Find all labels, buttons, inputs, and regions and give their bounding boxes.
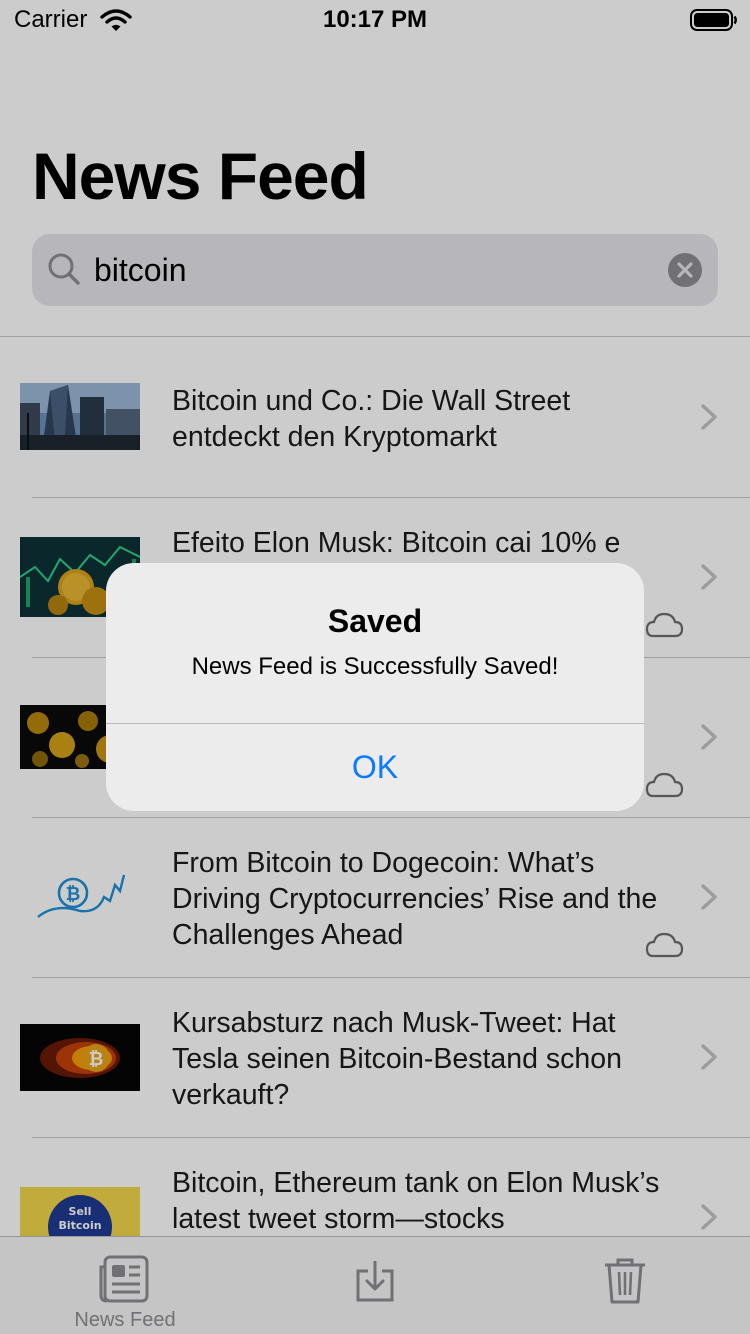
alert-message: News Feed is Successfully Saved! bbox=[191, 653, 559, 680]
ok-button[interactable]: OK bbox=[106, 724, 644, 811]
news-feed-screen: Carrier 10:17 PM News Feed bitcoin Bitco… bbox=[0, 0, 750, 1334]
saved-alert: Saved News Feed is Successfully Saved! O… bbox=[106, 563, 644, 811]
alert-title: Saved bbox=[327, 603, 423, 639]
